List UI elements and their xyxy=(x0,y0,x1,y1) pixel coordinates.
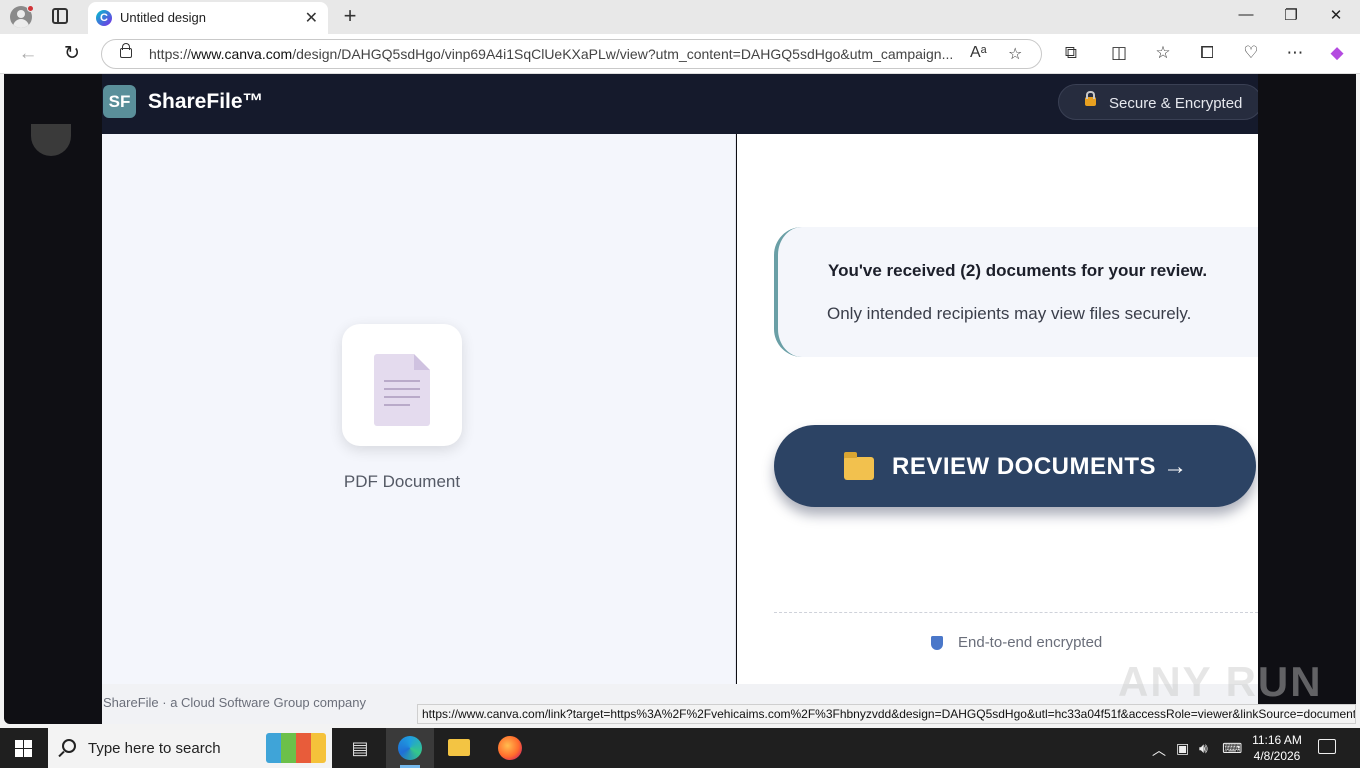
secure-badge: Secure & Encrypted xyxy=(1058,84,1258,120)
split-screen-icon[interactable]: ◫ xyxy=(1108,43,1130,63)
encryption-note: End-to-end encrypted xyxy=(958,634,1103,651)
viewer-corner-button[interactable] xyxy=(31,124,71,156)
browser-tab-strip: C Untitled design ✕ + — ❐ ✕ xyxy=(0,0,1360,34)
canva-favicon-icon: C xyxy=(96,10,112,26)
more-menu-icon[interactable]: ⋯ xyxy=(1284,43,1306,63)
browser-tab[interactable]: C Untitled design ✕ xyxy=(88,2,328,34)
search-highlight-icon xyxy=(266,733,326,763)
taskbar-clock[interactable]: 11:16 AM 4/8/2026 xyxy=(1246,732,1308,764)
brand-name: ShareFile™ xyxy=(148,90,264,113)
browser-toolbar: ← ↻ https://www.canva.com/design/DAHGQ5s… xyxy=(0,34,1360,74)
read-aloud-icon[interactable]: Aᵃ xyxy=(970,44,987,62)
clock-time: 11:16 AM xyxy=(1252,733,1302,747)
clock-date: 4/8/2026 xyxy=(1253,749,1301,763)
notifications-icon[interactable] xyxy=(1318,739,1336,754)
extensions-icon[interactable]: ⧉ xyxy=(1060,43,1082,63)
document-label: PDF Document xyxy=(343,472,461,491)
notification-dot-icon xyxy=(27,5,34,12)
message-card: You've received (2) documents for your r… xyxy=(774,227,1258,357)
anyrun-watermark: ANY RUN xyxy=(1118,658,1323,705)
document-preview-panel: PDF Document xyxy=(102,134,736,684)
tab-title: Untitled design xyxy=(120,10,206,25)
tray-chevron-icon[interactable]: ︿ xyxy=(1152,740,1166,760)
sharefile-logo: SF xyxy=(103,85,136,118)
edge-browser-icon[interactable] xyxy=(398,736,422,760)
tab-actions-icon[interactable] xyxy=(52,8,68,24)
network-icon[interactable]: ▣ xyxy=(1176,740,1189,757)
new-tab-button[interactable]: + xyxy=(338,3,362,29)
divider xyxy=(774,612,1258,613)
folder-icon xyxy=(844,452,874,480)
search-placeholder: Type here to search xyxy=(88,740,221,757)
windows-taskbar: Type here to search ▤ ︿ ▣ 🔊︎ ⌨︎ 11:16 AM… xyxy=(0,728,1360,768)
volume-icon[interactable]: 🔊︎ xyxy=(1199,740,1208,757)
file-explorer-icon[interactable] xyxy=(448,739,470,756)
restore-icon[interactable]: ❐ xyxy=(1281,6,1301,24)
back-arrow-icon[interactable]: ← xyxy=(16,42,40,66)
review-documents-button[interactable]: REVIEW DOCUMENTS → xyxy=(774,425,1256,507)
status-bar-url: https://www.canva.com/link?target=https%… xyxy=(417,704,1356,724)
shield-icon xyxy=(931,636,943,650)
sharefile-page: SF ShareFile™ Secure & Encrypted PDF Doc… xyxy=(102,74,1258,724)
copilot-icon[interactable]: ◆ xyxy=(1326,43,1348,63)
windows-start-icon[interactable] xyxy=(15,740,32,757)
favorites-icon[interactable]: ☆ xyxy=(1152,43,1174,63)
close-window-icon[interactable]: ✕ xyxy=(1326,6,1346,24)
review-button-label: REVIEW DOCUMENTS → xyxy=(892,453,1188,480)
task-view-icon[interactable]: ▤ xyxy=(346,734,374,762)
secure-badge-label: Secure & Encrypted xyxy=(1109,95,1243,112)
document-icon xyxy=(374,354,430,426)
browser-essentials-icon[interactable]: ♡ xyxy=(1240,43,1262,63)
favorite-star-icon[interactable]: ☆ xyxy=(1008,44,1022,64)
footer-text: ShareFile · a Cloud Software Group compa… xyxy=(103,695,367,710)
address-bar[interactable]: https://www.canva.com/design/DAHGQ5sdHgo… xyxy=(101,39,1042,69)
taskbar-search-box[interactable]: Type here to search xyxy=(48,728,332,768)
sharefile-header: SF ShareFile™ Secure & Encrypted xyxy=(102,74,1258,134)
tab-close-icon[interactable]: ✕ xyxy=(305,8,318,28)
firefox-icon[interactable] xyxy=(498,736,522,760)
minimize-icon[interactable]: — xyxy=(1236,6,1256,23)
input-indicator-icon[interactable]: ⌨︎ xyxy=(1222,740,1242,757)
pdf-document-card[interactable] xyxy=(342,324,462,446)
collections-icon[interactable]: ⧠ xyxy=(1196,43,1218,63)
refresh-icon[interactable]: ↻ xyxy=(60,42,84,66)
action-panel: You've received (2) documents for your r… xyxy=(737,134,1258,684)
message-subtitle: Only intended recipients may view files … xyxy=(827,304,1192,323)
site-info-lock-icon[interactable] xyxy=(120,43,132,58)
url-text[interactable]: https://www.canva.com/design/DAHGQ5sdHgo… xyxy=(149,46,953,62)
message-title: You've received (2) documents for your r… xyxy=(828,261,1208,280)
search-icon xyxy=(62,739,76,753)
padlock-icon xyxy=(1085,91,1096,106)
